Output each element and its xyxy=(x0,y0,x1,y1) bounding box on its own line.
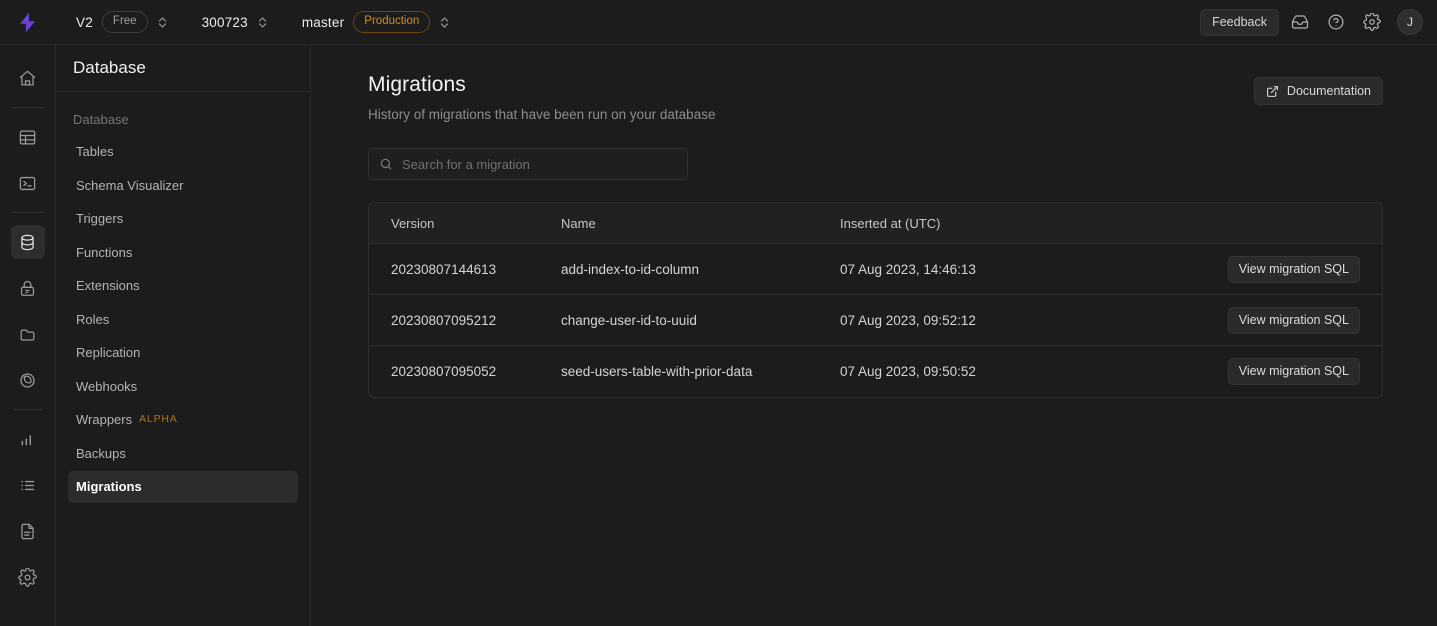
search-input[interactable] xyxy=(368,148,688,180)
sidebar-item-label: Wrappers xyxy=(76,410,132,430)
cell-inserted-at: 07 Aug 2023, 09:52:12 xyxy=(840,313,1200,328)
rail-divider xyxy=(13,409,43,410)
cell-inserted-at: 07 Aug 2023, 09:50:52 xyxy=(840,364,1200,379)
sidebar-header: Database xyxy=(56,45,310,92)
sidebar-item-label: Webhooks xyxy=(76,377,137,397)
rail-item-database[interactable] xyxy=(11,225,45,259)
main-content: Migrations History of migrations that ha… xyxy=(311,45,1437,626)
column-header-version: Version xyxy=(391,216,561,231)
sidebar-item-triggers[interactable]: Triggers xyxy=(68,203,298,235)
sidebar-item-backups[interactable]: Backups xyxy=(68,438,298,470)
page-header: Migrations History of migrations that ha… xyxy=(368,73,1383,122)
lightning-bolt-logo[interactable] xyxy=(12,12,42,33)
sidebar-item-webhooks[interactable]: Webhooks xyxy=(68,371,298,403)
sidebar-item-tables[interactable]: Tables xyxy=(68,136,298,168)
project-selector[interactable]: 300723 xyxy=(202,15,268,30)
rail-item-project-settings[interactable] xyxy=(11,560,45,594)
sidebar-item-label: Tables xyxy=(76,142,114,162)
cell-actions: View migration SQL xyxy=(1200,358,1360,385)
sidebar-item-label: Replication xyxy=(76,343,140,363)
sidebar-item-label: Backups xyxy=(76,444,126,464)
icon-rail xyxy=(0,45,56,626)
branch-selector[interactable]: master Production xyxy=(302,11,450,32)
search-field xyxy=(368,148,688,180)
sidebar-item-label: Roles xyxy=(76,310,109,330)
column-header-inserted-at: Inserted at (UTC) xyxy=(840,216,1200,231)
table-row[interactable]: 20230807144613 add-index-to-id-column 07… xyxy=(369,244,1382,295)
inbox-icon[interactable] xyxy=(1285,7,1315,37)
table-row[interactable]: 20230807095212 change-user-id-to-uuid 07… xyxy=(369,295,1382,346)
sidebar-group-label: Database xyxy=(68,106,298,136)
plan-badge: Free xyxy=(102,11,148,32)
rail-item-edge-functions[interactable] xyxy=(11,363,45,397)
chevron-updown-icon[interactable] xyxy=(257,16,268,29)
rail-divider xyxy=(13,212,43,213)
cell-name: add-index-to-id-column xyxy=(561,262,840,277)
sidebar-item-migrations[interactable]: Migrations xyxy=(68,471,298,503)
cell-version: 20230807095052 xyxy=(391,364,561,379)
table-row[interactable]: 20230807095052 seed-users-table-with-pri… xyxy=(369,346,1382,397)
migrations-table: Version Name Inserted at (UTC) 202308071… xyxy=(368,202,1383,398)
column-header-name: Name xyxy=(561,216,840,231)
sidebar-item-extensions[interactable]: Extensions xyxy=(68,270,298,302)
view-migration-sql-button[interactable]: View migration SQL xyxy=(1228,307,1360,334)
table-header-row: Version Name Inserted at (UTC) xyxy=(369,203,1382,244)
chevron-updown-icon[interactable] xyxy=(157,16,168,29)
external-link-icon xyxy=(1266,85,1279,98)
sidebar-title: Database xyxy=(73,58,146,78)
sidebar-item-label: Schema Visualizer xyxy=(76,176,183,196)
rail-item-api-docs[interactable] xyxy=(11,514,45,548)
sidebar-item-label: Functions xyxy=(76,243,132,263)
sidebar-item-wrappers[interactable]: Wrappers ALPHA xyxy=(68,404,298,436)
project-name: 300723 xyxy=(202,15,248,30)
sidebar-menu: Database Tables Schema Visualizer Trigge… xyxy=(56,92,310,505)
sidebar-item-label: Migrations xyxy=(76,477,142,497)
page-title: Migrations xyxy=(368,73,1254,97)
rail-item-home[interactable] xyxy=(11,61,45,95)
cell-name: seed-users-table-with-prior-data xyxy=(561,364,840,379)
avatar[interactable]: J xyxy=(1397,9,1423,35)
rail-item-storage[interactable] xyxy=(11,317,45,351)
cell-version: 20230807144613 xyxy=(391,262,561,277)
view-migration-sql-button[interactable]: View migration SQL xyxy=(1228,256,1360,283)
cell-version: 20230807095212 xyxy=(391,313,561,328)
app-shell: Database Database Tables Schema Visualiz… xyxy=(0,45,1437,626)
cell-actions: View migration SQL xyxy=(1200,307,1360,334)
cell-name: change-user-id-to-uuid xyxy=(561,313,840,328)
product-sidebar: Database Database Tables Schema Visualiz… xyxy=(56,45,311,626)
rail-item-sql-editor[interactable] xyxy=(11,166,45,200)
environment-badge: Production xyxy=(353,11,430,32)
feedback-button[interactable]: Feedback xyxy=(1200,9,1279,36)
branch-name: master xyxy=(302,15,344,30)
sidebar-item-schema-visualizer[interactable]: Schema Visualizer xyxy=(68,170,298,202)
documentation-label: Documentation xyxy=(1287,84,1371,98)
help-circle-icon[interactable] xyxy=(1321,7,1351,37)
page-subtitle: History of migrations that have been run… xyxy=(368,107,1254,122)
org-name: V2 xyxy=(76,15,93,30)
sidebar-item-label: Triggers xyxy=(76,209,123,229)
chevron-updown-icon[interactable] xyxy=(439,16,450,29)
rail-item-authentication[interactable] xyxy=(11,271,45,305)
sidebar-item-replication[interactable]: Replication xyxy=(68,337,298,369)
org-selector[interactable]: V2 Free xyxy=(76,11,168,32)
cell-actions: View migration SQL xyxy=(1200,256,1360,283)
cell-inserted-at: 07 Aug 2023, 14:46:13 xyxy=(840,262,1200,277)
search-icon xyxy=(379,157,393,171)
sidebar-item-roles[interactable]: Roles xyxy=(68,304,298,336)
rail-item-logs[interactable] xyxy=(11,468,45,502)
view-migration-sql-button[interactable]: View migration SQL xyxy=(1228,358,1360,385)
rail-divider xyxy=(13,107,43,108)
top-bar: V2 Free 300723 master Production Feedbac… xyxy=(0,0,1437,45)
rail-item-reports[interactable] xyxy=(11,422,45,456)
gear-icon[interactable] xyxy=(1357,7,1387,37)
alpha-tag: ALPHA xyxy=(139,412,177,428)
sidebar-item-label: Extensions xyxy=(76,276,140,296)
sidebar-item-functions[interactable]: Functions xyxy=(68,237,298,269)
documentation-button[interactable]: Documentation xyxy=(1254,77,1383,105)
rail-item-table-editor[interactable] xyxy=(11,120,45,154)
